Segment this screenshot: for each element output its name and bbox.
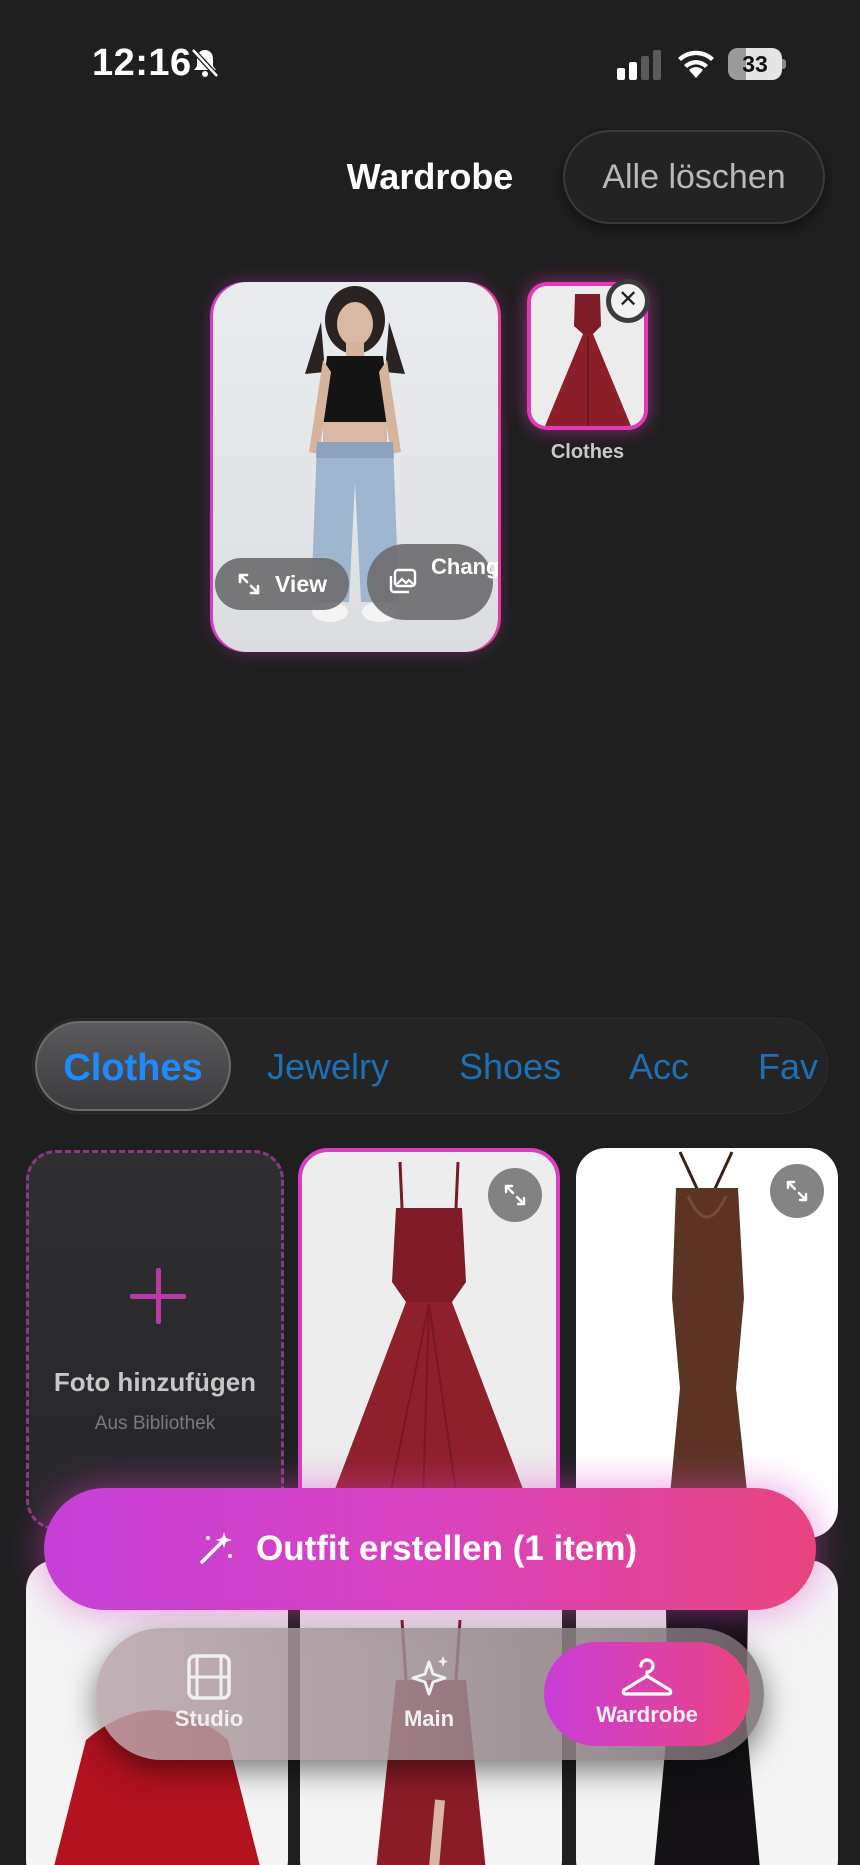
tab-clothes[interactable]: Clothes [35,1021,231,1111]
clothing-item[interactable] [298,1148,560,1538]
magic-wand-icon [200,1532,232,1564]
tab-jewelry[interactable]: Jewelry [267,1019,389,1113]
clear-all-button[interactable]: Alle löschen [563,130,825,224]
expand-item-button[interactable] [770,1164,824,1218]
tab-acc[interactable]: Acc [629,1019,689,1113]
hanger-icon [621,1658,673,1696]
plus-icon [130,1268,186,1324]
remove-item-button[interactable]: ✕ [606,279,650,323]
status-time: 12:16 [92,42,192,84]
model-photo[interactable]: View Change [213,282,498,652]
expand-item-button[interactable] [488,1168,542,1222]
wifi-icon [678,50,714,78]
photos-icon [389,568,417,594]
create-outfit-label: Outfit erstellen (1 item) [256,1529,638,1568]
tab-fav[interactable]: Fav [758,1019,818,1113]
page-title: Wardrobe [346,156,514,197]
cellular-signal-icon [617,50,661,80]
tab-shoes[interactable]: Shoes [459,1019,561,1113]
nav-studio-label: Studio [174,1706,244,1731]
nav-main-label: Main [403,1706,455,1731]
clothing-item[interactable] [576,1148,838,1538]
category-tabs: Clothes Jewelry Shoes Acc Fav [32,1018,828,1114]
create-outfit-button[interactable]: Outfit erstellen (1 item) [44,1488,816,1610]
change-photo-button[interactable]: Change [367,544,498,620]
sparkles-icon [411,1656,448,1696]
nav-studio[interactable]: Studio [144,1628,274,1760]
status-bar: 12:16 33 [0,0,860,120]
bell-slash-icon [191,48,219,78]
add-photo-subtitle: Aus Bibliothek [94,1413,216,1434]
bottom-nav: Studio Main Wardrobe [96,1628,764,1760]
change-label: Change [431,554,498,579]
view-photo-button[interactable]: View [215,558,349,610]
expand-icon [504,1184,526,1206]
nav-wardrobe-label: Wardrobe [596,1702,698,1727]
film-icon [187,1654,231,1700]
add-photo-tile[interactable]: Foto hinzufügen Aus Bibliothek [26,1150,284,1530]
expand-icon [238,573,260,595]
add-photo-title: Foto hinzufügen [53,1367,257,1397]
battery-icon: 33 [728,48,786,80]
expand-icon [786,1180,808,1202]
battery-level: 33 [742,51,768,77]
selected-item-label: Clothes [550,441,625,463]
nav-main[interactable]: Main [364,1628,494,1760]
view-label: View [275,571,327,597]
nav-wardrobe[interactable]: Wardrobe [544,1642,750,1746]
